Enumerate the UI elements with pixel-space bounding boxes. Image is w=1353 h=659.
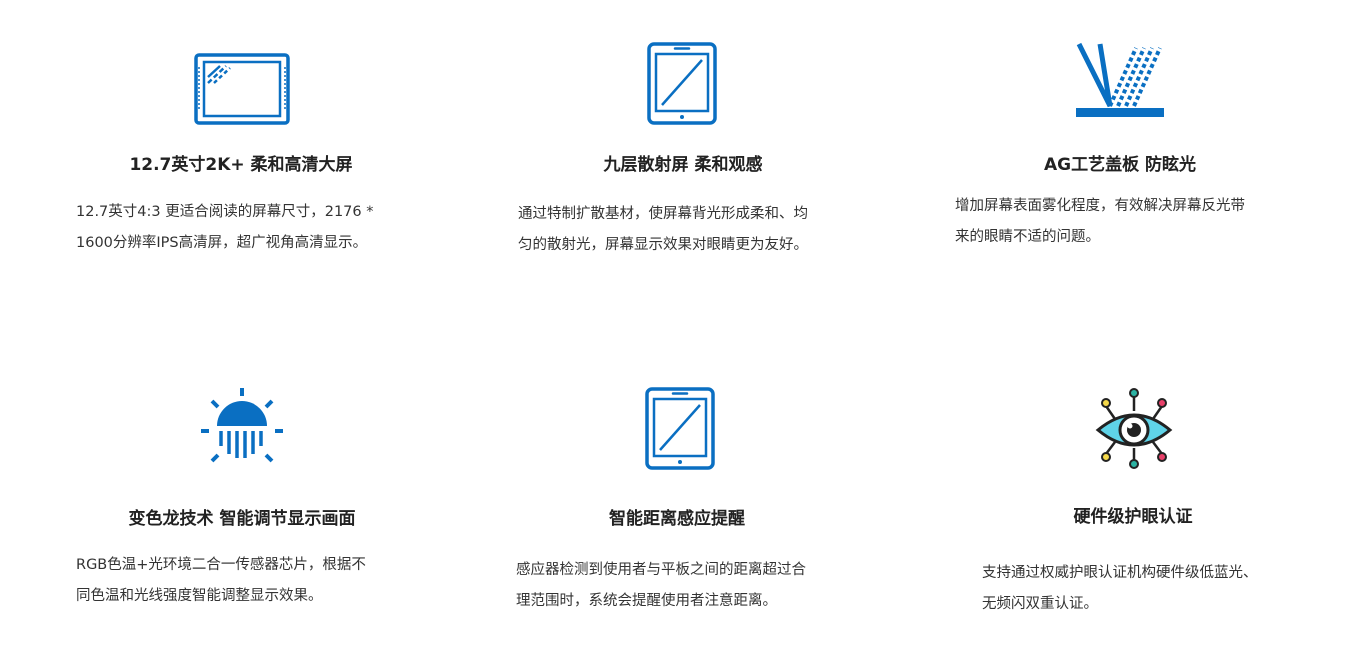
anti-glare-icon [1076,42,1164,117]
color-temperature-sun-icon [201,388,283,463]
feature-title: 智能距离感应提醒 [609,509,745,529]
feature-title: 变色龙技术 智能调节显示画面 [128,509,356,529]
feature-description: 12.7英寸4:3 更适合阅读的屏幕尺寸，2176 * 1600分辨率IPS高清… [76,204,374,251]
tablet-screen-icon [194,53,290,125]
feature-title: 九层散射屏 柔和观感 [603,155,763,175]
tablet-distance-icon [645,387,715,470]
feature-description: 支持通过权威护眼认证机构硬件级低蓝光、 无频闪双重认证。 [982,565,1258,612]
feature-title: 硬件级护眼认证 [1073,507,1193,527]
feature-description: 增加屏幕表面雾化程度，有效解决屏幕反光带 来的眼睛不适的问题。 [955,198,1245,245]
feature-description: 通过特制扩散基材，使屏幕背光形成柔和、均 匀的散射光，屏幕显示效果对眼睛更为友好… [518,206,808,253]
feature-description: 感应器检测到使用者与平板之间的距离超过合 理范围时，系统会提醒使用者注意距离。 [516,562,806,609]
feature-title: AG工艺盖板 防眩光 [1043,155,1197,175]
feature-title: 12.7英寸2K+ 柔和高清大屏 [129,155,353,175]
tablet-diffuse-icon [647,42,717,125]
feature-description: RGB色温+光环境二合一传感器芯片，根据不 同色温和光线强度智能调整显示效果。 [76,557,366,604]
eye-protection-icon [1095,388,1173,469]
